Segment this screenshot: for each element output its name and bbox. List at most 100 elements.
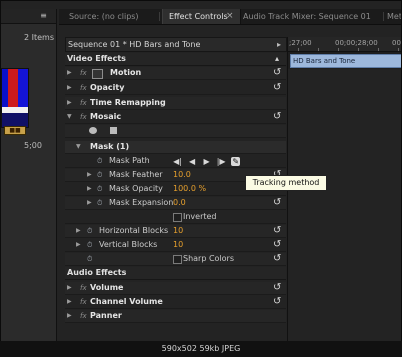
scroll-up-icon[interactable]: ▴ [275, 53, 279, 65]
fx-toggle-icon[interactable]: fx [80, 296, 87, 308]
property-label: Mask Opacity [109, 184, 163, 193]
row-mask-path[interactable]: ⏱ Mask Path ◀| ◀ ▶ |▶ ✎ [65, 155, 286, 168]
reset-icon[interactable]: ↺ [273, 111, 281, 123]
row-vertical-blocks[interactable]: ▶ ⏱ Vertical Blocks 10 ↺ [65, 239, 286, 252]
reset-icon[interactable]: ↺ [273, 239, 281, 251]
row-volume[interactable]: ▶ fx Volume ↺ [65, 282, 286, 295]
inverted-label: Inverted [183, 212, 217, 221]
row-sharp-colors[interactable]: ⏱ Sharp Colors ↺ [65, 253, 286, 266]
rectangle-mask-icon[interactable] [109, 127, 117, 134]
expand-arrow-icon[interactable]: ▶ [67, 296, 73, 308]
effect-name: Time Remapping [90, 98, 166, 107]
expand-arrow-icon[interactable]: ▶ [67, 310, 73, 322]
ruler-label: ;27;00 [289, 39, 312, 47]
collapse-arrow-icon[interactable]: ▼ [76, 141, 82, 153]
close-icon[interactable]: × [226, 9, 234, 24]
project-panel-header: ≡ [1, 9, 56, 24]
sequence-clip-title: Sequence 01 * HD Bars and Tone [68, 40, 201, 49]
section-audio-effects: Audio Effects [65, 267, 286, 280]
reset-icon[interactable]: ↺ [273, 296, 281, 308]
fx-toggle-icon[interactable]: fx [80, 67, 87, 79]
row-mosaic[interactable]: ▼ fx Mosaic ↺ [65, 111, 286, 124]
expand-arrow-icon[interactable]: ▶ [87, 197, 93, 209]
ellipse-mask-icon[interactable] [89, 127, 97, 134]
expand-arrow-icon[interactable]: ▶ [87, 183, 93, 195]
premiere-window: ≡ 2 Items ■■ 5;00 Source: (no clips) Eff… [0, 0, 402, 357]
effect-controls-header[interactable]: Sequence 01 * HD Bars and Tone ▸ [65, 37, 287, 52]
reset-icon[interactable]: ↺ [273, 282, 281, 294]
property-label: Mask Feather [109, 170, 163, 179]
clip-thumbnail[interactable] [1, 68, 29, 128]
expand-arrow-icon[interactable]: ▶ [67, 82, 73, 94]
row-mask-expansion[interactable]: ▶ ⏱ Mask Expansion 0.0 ↺ [65, 197, 286, 210]
row-motion[interactable]: ▶ fx Motion ↺ [65, 67, 286, 80]
time-ruler[interactable]: ;27;00 00;00;28;00 00 [288, 37, 401, 52]
row-opacity[interactable]: ▶ fx Opacity ↺ [65, 82, 286, 95]
mask-shape-tools [89, 125, 117, 137]
tracking-method-wrench-icon[interactable]: ✎ [231, 157, 241, 166]
reset-icon[interactable]: ↺ [273, 197, 281, 209]
horizontal-blocks-value[interactable]: 10 [173, 225, 183, 237]
row-panner[interactable]: ▶ fx Panner [65, 310, 286, 323]
row-mask[interactable]: ▼ Mask (1) [65, 141, 286, 154]
collapse-arrow-icon[interactable]: ▼ [67, 111, 73, 123]
timeline-area[interactable] [288, 69, 401, 353]
track-forward-one-frame-icon[interactable]: |▶ [217, 157, 226, 166]
track-forward-icon[interactable]: ▶ [202, 157, 211, 166]
inverted-checkbox[interactable] [173, 213, 182, 222]
tab-metadata[interactable]: Met [387, 9, 401, 24]
property-label: Vertical Blocks [99, 240, 158, 249]
mask-name: Mask (1) [90, 142, 130, 151]
reset-icon[interactable]: ↺ [273, 253, 281, 265]
stopwatch-icon[interactable]: ⏱ [87, 253, 92, 265]
timeline-clip[interactable]: HD Bars and Tone [290, 54, 401, 68]
stopwatch-icon[interactable]: ⏱ [97, 169, 102, 181]
effect-timeline: ;27;00 00;00;28;00 00 HD Bars and Tone [287, 37, 401, 356]
vertical-blocks-value[interactable]: 10 [173, 239, 183, 251]
tab-source[interactable]: Source: (no clips) [69, 9, 139, 24]
stopwatch-icon[interactable]: ⏱ [97, 155, 102, 167]
image-info-bar: 590x502 59kb JPEG [0, 341, 402, 357]
mask-expansion-value[interactable]: 0.0 [173, 197, 186, 209]
tab-effect-controls[interactable]: Effect Controls × [162, 9, 241, 24]
ruler-label: 00 [392, 39, 401, 47]
expand-arrow-icon[interactable]: ▶ [76, 225, 82, 237]
mask-feather-value[interactable]: 10.0 [173, 169, 191, 181]
effect-name: Panner [90, 311, 122, 320]
stopwatch-icon[interactable]: ⏱ [87, 239, 92, 251]
row-inverted[interactable]: Inverted [65, 211, 286, 224]
effect-name: Opacity [90, 83, 125, 92]
tab-effect-controls-label: Effect Controls [169, 12, 228, 21]
row-time-remapping[interactable]: ▶ fx Time Remapping [65, 97, 286, 110]
stopwatch-icon[interactable]: ⏱ [97, 183, 102, 195]
track-backward-icon[interactable]: ◀ [188, 157, 197, 166]
stopwatch-icon[interactable]: ⏱ [97, 197, 102, 209]
mask-opacity-value[interactable]: 100.0 % [173, 183, 206, 195]
property-label: Mask Expansion [109, 198, 174, 207]
expand-arrow-icon[interactable]: ▶ [67, 67, 73, 79]
header-arrow-icon[interactable]: ▸ [277, 38, 281, 51]
track-backward-one-frame-icon[interactable]: ◀| [173, 157, 182, 166]
fx-toggle-icon[interactable]: fx [80, 111, 87, 123]
fx-toggle-icon[interactable]: fx [80, 82, 87, 94]
ruler-label: 00;00;28;00 [335, 39, 378, 47]
tab-audio-track-mixer[interactable]: Audio Track Mixer: Sequence 01 [243, 9, 371, 24]
motion-transform-icon[interactable] [92, 69, 103, 79]
fx-toggle-icon[interactable]: fx [80, 310, 87, 322]
fx-toggle-icon[interactable]: fx [80, 282, 87, 294]
row-channel-volume[interactable]: ▶ fx Channel Volume ↺ [65, 296, 286, 309]
items-count: 2 Items [24, 33, 55, 42]
sharp-colors-checkbox[interactable] [173, 255, 182, 264]
row-horizontal-blocks[interactable]: ▶ ⏱ Horizontal Blocks 10 ↺ [65, 225, 286, 238]
expand-arrow-icon[interactable]: ▶ [67, 97, 73, 109]
stopwatch-icon[interactable]: ⏱ [87, 225, 92, 237]
expand-arrow-icon[interactable]: ▶ [76, 239, 82, 251]
reset-icon[interactable]: ↺ [273, 67, 281, 79]
clip-duration: 5;00 [24, 141, 42, 150]
expand-arrow-icon[interactable]: ▶ [87, 169, 93, 181]
expand-arrow-icon[interactable]: ▶ [67, 282, 73, 294]
fx-toggle-icon[interactable]: fx [80, 97, 87, 109]
reset-icon[interactable]: ↺ [273, 225, 281, 237]
panel-menu-icon[interactable]: ≡ [39, 12, 48, 20]
reset-icon[interactable]: ↺ [273, 82, 281, 94]
